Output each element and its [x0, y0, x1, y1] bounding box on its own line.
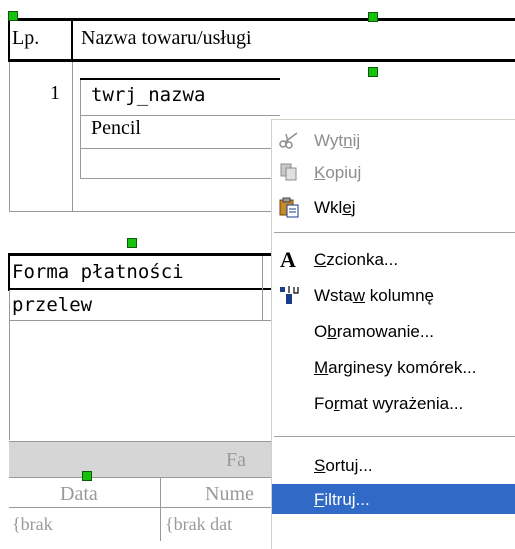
cell-date: {brak	[12, 514, 53, 534]
copy-icon	[278, 161, 300, 183]
table-grid	[80, 148, 280, 149]
menu-item-label: Kopiuj	[314, 163, 362, 182]
menu-item-label: Wstaw kolumnę	[314, 286, 434, 305]
table-grid	[9, 290, 10, 440]
payment-header: Forma płatności	[12, 261, 184, 283]
menu-item-label: Filtruj...	[314, 490, 370, 509]
table-grid	[80, 115, 280, 116]
payment-value[interactable]: przelew	[12, 294, 92, 316]
table-border	[8, 253, 278, 256]
cell-value[interactable]: Pencil	[91, 117, 141, 140]
invoice-title: Fa	[226, 449, 246, 471]
table-border	[8, 253, 10, 291]
table-border	[8, 59, 515, 62]
menu-item-kopiuj: Kopiuj	[272, 157, 515, 187]
font-icon: A	[278, 247, 300, 272]
menu-item-czcionka[interactable]: A Czcionka...	[272, 244, 515, 274]
table-grid	[9, 507, 271, 508]
table-grid	[80, 78, 81, 178]
menu-item-label: Format wyrażenia...	[314, 394, 464, 413]
table-border	[71, 18, 73, 61]
table-border	[8, 288, 278, 290]
resize-handle[interactable]	[368, 12, 378, 22]
menu-item-label: Czcionka...	[314, 250, 399, 269]
menu-item-wstaw-kolumnę[interactable]: Wstaw kolumnę	[272, 280, 515, 310]
menu-item-filtruj[interactable]: Filtruj...	[272, 484, 515, 514]
resize-handle[interactable]	[127, 238, 137, 248]
menu-item-wklej[interactable]: Wklej	[272, 192, 515, 222]
cell-border	[80, 78, 280, 80]
menu-item-label: Sortuj...	[314, 456, 373, 475]
resize-handle[interactable]	[82, 471, 92, 481]
context-menu: Wytnij Kopiuj Wklej A Czcionka... Wstaw kolum…	[271, 119, 515, 549]
menu-separator	[274, 436, 515, 438]
menu-item-label: Wytnij	[314, 131, 361, 150]
scissors-icon	[278, 129, 300, 151]
column-header-number: Nume	[205, 483, 254, 505]
table-grid	[262, 256, 263, 320]
insert-column-icon	[278, 284, 300, 306]
table-border	[8, 18, 10, 61]
table-grid	[9, 441, 271, 442]
resize-handle[interactable]	[368, 67, 378, 77]
menu-separator	[274, 232, 515, 234]
menu-item-label: Wklej	[314, 198, 356, 217]
row-number: 1	[50, 82, 60, 104]
cell-number: {brak dat	[165, 514, 233, 534]
table-grid	[9, 320, 271, 321]
table-grid	[72, 62, 73, 212]
menu-item-wytnij: Wytnij	[272, 125, 515, 155]
cell-field-name[interactable]: twrj_nazwa	[91, 84, 205, 106]
table-grid	[9, 477, 271, 478]
column-header-name: Nazwa towaru/usługi	[81, 27, 252, 49]
table-grid	[80, 178, 280, 179]
svg-text:A: A	[280, 248, 296, 270]
menu-item-label: Marginesy komórek...	[314, 358, 477, 377]
table-grid	[9, 62, 10, 212]
table-grid	[160, 477, 161, 541]
menu-item-format-wyrażenia[interactable]: Format wyrażenia...	[272, 388, 515, 418]
table-border	[8, 18, 515, 21]
menu-item-obramowanie[interactable]: Obramowanie...	[272, 316, 515, 346]
menu-item-marginesy-komórek[interactable]: Marginesy komórek...	[272, 352, 515, 382]
column-header-lp: Lp.	[12, 27, 40, 49]
menu-item-label: Obramowanie...	[314, 322, 435, 341]
menu-item-sortuj[interactable]: Sortuj...	[272, 450, 515, 480]
column-header-date: Data	[60, 483, 98, 505]
paste-icon	[278, 196, 300, 218]
table-grid	[9, 211, 271, 212]
resize-handle[interactable]	[8, 11, 18, 21]
